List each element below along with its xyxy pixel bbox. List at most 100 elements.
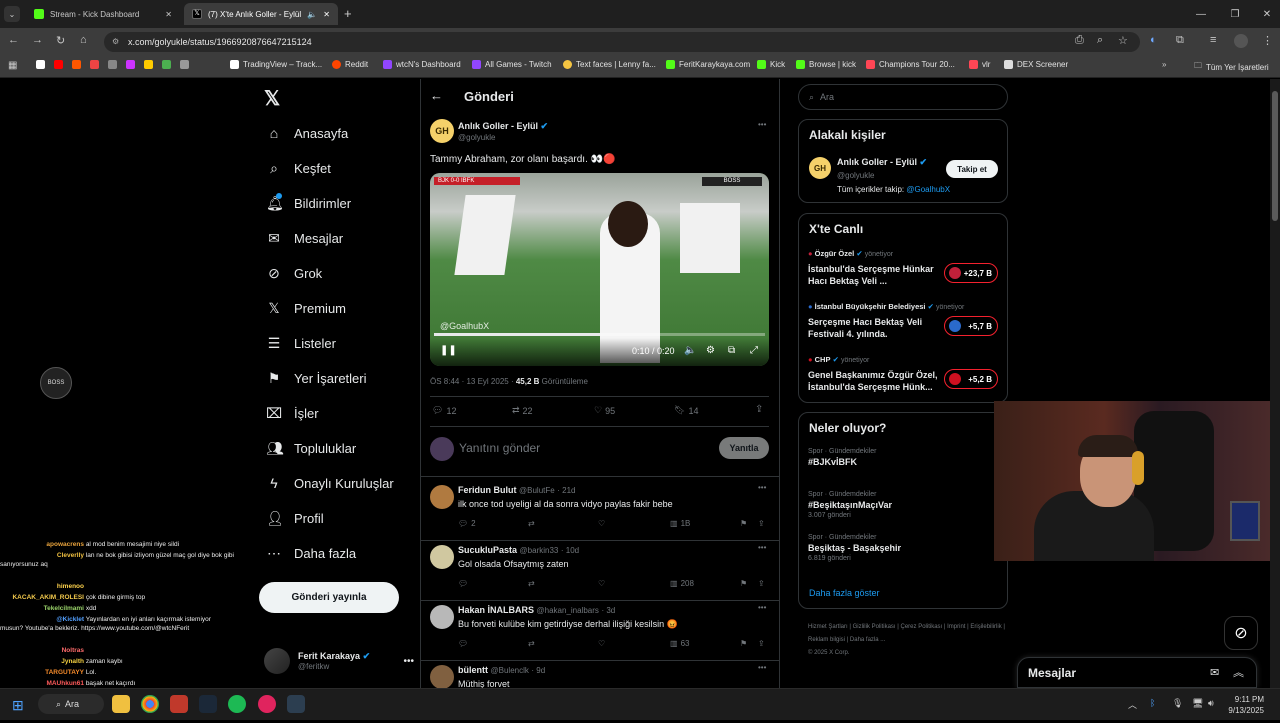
forward-icon[interactable]: → <box>32 34 43 46</box>
live-listeners-pill[interactable]: +5,2 B <box>944 369 998 389</box>
obs-app-icon[interactable] <box>170 695 188 713</box>
live-listeners-pill[interactable]: +23,7 B <box>944 263 998 283</box>
globe-icon[interactable] <box>108 60 117 69</box>
compose-message-icon[interactable]: ✉ <box>1210 666 1219 679</box>
fullscreen-icon[interactable]: ⤢ <box>750 345 758 356</box>
address-bar[interactable]: x.com/golyukle/status/196692087664721512… <box>104 32 1140 52</box>
extensions-puzzle-icon[interactable]: ⧉ <box>1176 34 1184 47</box>
bookmark-dexscreener[interactable]: DEX Screener <box>1004 60 1068 69</box>
repost-button[interactable]: ⇄ 22 <box>512 405 533 416</box>
post-button[interactable]: Gönderi yayınla <box>259 582 399 613</box>
reply-button[interactable]: 💬︎ 12 <box>432 405 456 416</box>
live-item[interactable]: ● CHP ✔ yönetiyor Genel Başkanımız Özgür … <box>808 355 1000 403</box>
steam-icon[interactable] <box>199 695 217 713</box>
footer-link[interactable]: Imprint <box>947 624 965 630</box>
all-bookmarks[interactable]: 🗀 Tüm Yer İşaretleri <box>1194 60 1269 74</box>
author-avatar[interactable]: GH <box>430 119 454 143</box>
messages-dock[interactable]: Mesajlar ✉ ︽ <box>1017 657 1257 688</box>
reply-item[interactable]: Feridun Bulut @BulutFe · 21d ••• ilk once … <box>420 483 779 543</box>
chrome-icon[interactable] <box>141 695 159 713</box>
video-progress-track[interactable] <box>434 333 765 336</box>
account-switcher[interactable]: Ferit Karakaya ✔ @feritkw ••• <box>264 648 414 674</box>
bookmark-wtcn[interactable]: wtcN's Dashboard <box>383 60 461 69</box>
nav-item-6[interactable]: ☰ Listeler <box>266 332 336 354</box>
x-bookmark-icon[interactable] <box>36 60 45 69</box>
more-dots-icon[interactable]: ••• <box>758 483 766 492</box>
profile-avatar[interactable] <box>1234 34 1248 48</box>
clock[interactable]: 9:11 PM 9/13/2025 <box>1224 694 1264 716</box>
bookmark-kick[interactable]: Kick <box>757 60 785 69</box>
network-icon[interactable]: 🖥︎ <box>1192 698 1203 709</box>
nav-item-5[interactable]: 𝕏 Premium <box>266 297 346 319</box>
footer-link[interactable]: Çerez Politikası <box>901 624 943 630</box>
more-dots-icon[interactable]: ••• <box>758 543 766 552</box>
window-close-button[interactable]: ✕ <box>1250 0 1280 28</box>
footer-link[interactable]: Gizlilik Politikası <box>853 624 896 630</box>
scrollbar[interactable] <box>1270 79 1280 688</box>
bookmark-icon-a[interactable] <box>144 60 153 69</box>
footer-link[interactable]: Daha fazla ... <box>850 637 885 643</box>
avatar[interactable] <box>430 485 454 509</box>
author-handle[interactable]: @golyukle <box>458 133 495 142</box>
trend-item[interactable]: Spor · Gündemdekiler #BeşiktaşınMaçıVar 3.… <box>808 491 988 531</box>
nav-item-11[interactable]: 👤︎ Profil <box>266 507 324 529</box>
bookmark-icon[interactable]: ⚑ <box>740 579 747 588</box>
nav-item-9[interactable]: 👥︎ Topluluklar <box>266 437 356 459</box>
bookmark-icon-c[interactable] <box>180 60 189 69</box>
minimize-button[interactable]: — <box>1184 0 1218 28</box>
nav-item-0[interactable]: ⌂ Anasayfa <box>266 122 348 144</box>
more-dots-icon[interactable]: ••• <box>758 120 766 129</box>
pip-icon[interactable]: ⧉ <box>728 345 735 356</box>
back-arrow-icon[interactable]: ← <box>430 88 443 103</box>
tab-search-button[interactable]: ⌄ <box>4 6 20 22</box>
reply-item[interactable]: Hakan İNALBARS @hakan_inalbars · 3d ••• Bu… <box>420 603 779 663</box>
share-icon[interactable]: ⇪ <box>758 519 765 528</box>
star-icon[interactable]: ☆ <box>1118 34 1128 47</box>
reload-icon[interactable]: ↻ <box>56 34 65 47</box>
bookmark-tradingview[interactable]: TradingView – Track... <box>230 60 322 69</box>
gmail-icon[interactable] <box>90 60 99 69</box>
nav-item-7[interactable]: ⚑ Yer İşaretleri <box>266 367 367 389</box>
app-icon[interactable] <box>258 695 276 713</box>
views-button[interactable]: ▥ 1B <box>670 519 690 528</box>
show-more-link[interactable]: Daha fazla göster <box>809 588 880 598</box>
close-icon[interactable]: ✕ <box>165 10 172 19</box>
grok-icon[interactable]: ⊘ <box>1224 616 1258 650</box>
share-icon[interactable]: ⇪ <box>755 404 763 415</box>
bluetooth-icon[interactable]: ᛒ <box>1150 698 1155 708</box>
microphone-icon[interactable]: 🎙︎ <box>1172 698 1183 709</box>
nav-item-1[interactable]: ⌕ Keşfet <box>266 157 331 179</box>
bookmark-icon[interactable]: ⚑ <box>740 639 747 648</box>
repost-button[interactable]: ⇄ <box>528 579 538 588</box>
bookmark-reddit[interactable]: Reddit <box>332 60 368 69</box>
bookmark-twitch[interactable]: All Games - Twitch <box>472 60 552 69</box>
zoom-icon[interactable]: ⌕ <box>1097 34 1103 47</box>
extension-icon[interactable]: ◐ <box>1150 34 1157 46</box>
footer-link[interactable]: Reklam bilgisi <box>808 637 845 643</box>
nav-item-10[interactable]: ϟ Onaylı Kuruluşlar <box>266 472 393 494</box>
reply-input[interactable]: Yanıtını gönder <box>459 441 540 455</box>
avatar[interactable] <box>430 665 454 689</box>
search-input[interactable]: ⌕ Ara <box>798 84 1008 110</box>
views-button[interactable]: ▥ 208 <box>670 579 694 588</box>
tab-kick-dashboard[interactable]: Stream - Kick Dashboard ✕ <box>26 3 180 25</box>
bookmark-button[interactable]: 🔖︎ 14 <box>674 405 698 416</box>
file-explorer-icon[interactable] <box>112 695 130 713</box>
tab-x-post[interactable]: 𝕏 (7) X'te Anlık Goller - Eylül: 🔈 ✕ <box>184 3 338 25</box>
nav-item-8[interactable]: ⌧ İşler <box>266 402 319 424</box>
reddit-small-icon[interactable] <box>72 60 81 69</box>
bookmark-icon[interactable]: ⚑ <box>740 519 747 528</box>
home-button-icon[interactable]: ⌂ <box>80 34 87 46</box>
media-icon[interactable]: ≡ <box>1210 34 1216 46</box>
nav-item-12[interactable]: ⋯ Daha fazla <box>266 542 356 564</box>
author-name[interactable]: Anlık Goller - Eylül ✔ <box>458 121 548 132</box>
yahoo-icon[interactable] <box>126 60 135 69</box>
follow-button[interactable]: Takip et <box>946 160 998 178</box>
new-tab-button[interactable]: + <box>344 6 352 21</box>
bookmark-browse-kick[interactable]: Browse | kick <box>796 60 856 69</box>
volume-tray-icon[interactable]: 🔊︎ <box>1208 698 1214 709</box>
repost-button[interactable]: ⇄ <box>528 639 538 648</box>
share-icon[interactable]: ⇪ <box>758 579 765 588</box>
pause-icon[interactable]: ❚❚ <box>440 345 457 356</box>
bookmark-vlr[interactable]: vlr <box>969 60 990 69</box>
